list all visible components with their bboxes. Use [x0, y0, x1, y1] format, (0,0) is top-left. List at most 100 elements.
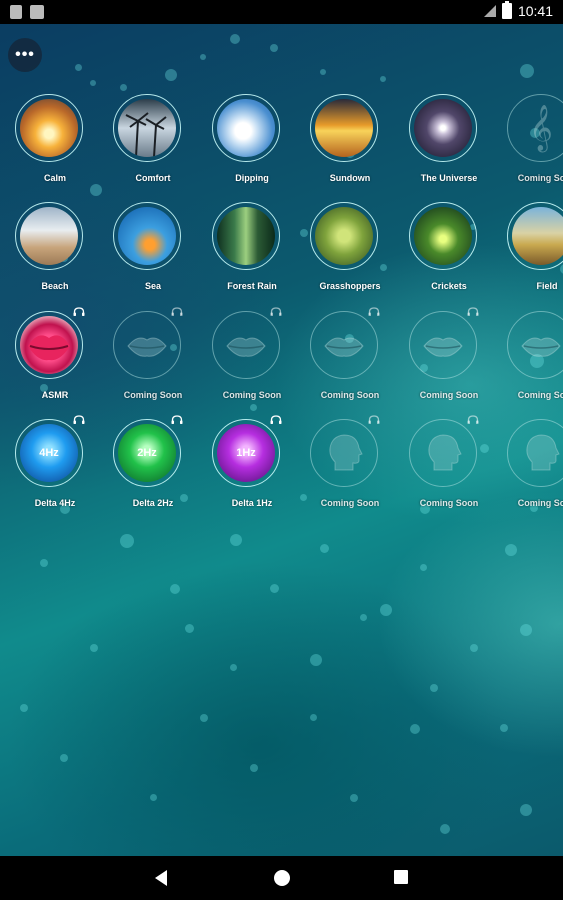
background-bubble	[200, 714, 208, 722]
thumbnail	[414, 424, 472, 482]
sound-tile[interactable]: Dipping	[202, 94, 292, 194]
background-bubble	[500, 724, 508, 732]
background-bubble	[230, 664, 237, 671]
galaxy-icon[interactable]	[409, 94, 477, 162]
sundown-icon[interactable]	[310, 94, 378, 162]
background-bubble	[410, 724, 420, 734]
home-icon[interactable]	[274, 870, 290, 886]
lips-outline-icon[interactable]	[409, 311, 477, 379]
sound-tile[interactable]: Sundown	[300, 94, 390, 194]
tile-label: Delta 2Hz	[132, 498, 174, 508]
crickets-icon[interactable]	[409, 202, 477, 270]
palm-trees-icon[interactable]	[113, 94, 181, 162]
menu-dots-icon: •••	[15, 46, 35, 63]
thumbnail	[20, 316, 78, 374]
thumbnail	[512, 207, 563, 265]
background-bubble	[230, 34, 240, 44]
background-bubble	[185, 624, 194, 633]
beach-icon[interactable]	[15, 202, 83, 270]
head-outline-icon[interactable]	[310, 419, 378, 487]
background-bubble	[200, 54, 206, 60]
sound-tile[interactable]: The Universe	[399, 94, 489, 194]
sound-tile[interactable]: Calm	[5, 94, 95, 194]
sunset-clouds-icon[interactable]	[15, 94, 83, 162]
battery-icon	[501, 1, 512, 19]
head-outline-icon[interactable]	[409, 419, 477, 487]
thumbnail	[118, 99, 176, 157]
clouds-sky-icon[interactable]	[212, 94, 280, 162]
frequency-label: 1Hz	[236, 447, 256, 459]
thumbnail	[315, 99, 373, 157]
thumbnail	[217, 99, 275, 157]
sound-tile[interactable]: 4Hz Delta 4Hz	[5, 415, 95, 519]
background-bubble	[310, 714, 317, 721]
background-bubble	[420, 564, 427, 571]
thumbnail	[20, 207, 78, 265]
starfish-sea-icon[interactable]	[113, 202, 181, 270]
background-bubble	[150, 794, 157, 801]
back-icon[interactable]	[155, 870, 167, 886]
sound-tile[interactable]: Coming Soon	[399, 307, 489, 411]
background-bubble	[520, 804, 532, 816]
tile-label: Beach	[41, 281, 69, 291]
head-purple-icon[interactable]: 1Hz	[212, 419, 280, 487]
lips-outline-icon[interactable]	[310, 311, 378, 379]
sound-tile[interactable]: Coming Soon	[399, 415, 489, 519]
recent-apps-icon[interactable]	[394, 870, 408, 884]
tile-label: Coming Soon	[517, 173, 563, 183]
sound-tile[interactable]: 𝄞 Coming Soon	[497, 94, 563, 194]
treble-clef-icon[interactable]: 𝄞	[507, 94, 563, 162]
sound-tile[interactable]: Comfort	[103, 94, 193, 194]
headphones-icon	[368, 307, 380, 317]
background-bubble	[380, 76, 386, 82]
sound-tile[interactable]: Field	[497, 202, 563, 302]
sound-tile[interactable]: 2Hz Delta 2Hz	[103, 415, 193, 519]
background-bubble	[320, 69, 326, 75]
background-bubble	[520, 64, 534, 78]
sound-tile[interactable]: Coming Soon	[103, 307, 193, 411]
thumbnail	[315, 316, 373, 374]
sound-tile[interactable]: Coming Soon	[202, 307, 292, 411]
head-green-icon[interactable]: 2Hz	[113, 419, 181, 487]
head-blue-icon[interactable]: 4Hz	[15, 419, 83, 487]
sound-tile[interactable]: ASMR	[5, 307, 95, 411]
background-bubble	[20, 704, 28, 712]
sound-tile[interactable]: Coming Soon	[497, 419, 563, 519]
sound-tile[interactable]: Coming Soon	[497, 311, 563, 411]
tile-label: Coming Soon	[419, 390, 479, 400]
thumbnail	[217, 316, 275, 374]
background-bubble	[350, 794, 358, 802]
grass-icon[interactable]	[310, 202, 378, 270]
thumbnail	[118, 316, 176, 374]
tile-label: Delta 1Hz	[231, 498, 273, 508]
headphones-icon	[73, 307, 85, 317]
thumbnail: 𝄞	[529, 105, 553, 151]
sound-tile[interactable]: Grasshoppers	[300, 202, 390, 302]
thumbnail	[315, 424, 373, 482]
field-icon[interactable]	[507, 202, 563, 270]
sound-tile[interactable]: Coming Soon	[300, 415, 390, 519]
sound-tile[interactable]: 1Hz Delta 1Hz	[202, 415, 292, 519]
lips-icon[interactable]	[15, 311, 83, 379]
forest-icon[interactable]	[212, 202, 280, 270]
thumbnail	[315, 207, 373, 265]
sound-tile[interactable]: Sea	[103, 202, 193, 302]
sound-tile[interactable]: Beach	[5, 202, 95, 302]
sound-tile[interactable]: Coming Soon	[300, 307, 390, 411]
overflow-menu-button[interactable]: •••	[8, 38, 42, 72]
background-bubble	[90, 80, 96, 86]
tile-label: Sea	[144, 281, 161, 291]
lips-outline-icon[interactable]	[507, 311, 563, 379]
background-bubble	[470, 644, 478, 652]
sound-tile[interactable]: Forest Rain	[202, 202, 292, 302]
status-time: 10:41	[517, 3, 553, 19]
tile-label: Dipping	[235, 173, 269, 183]
lips-outline-icon[interactable]	[113, 311, 181, 379]
sd-card-icon	[30, 5, 44, 19]
sound-tile[interactable]: Crickets	[399, 202, 489, 302]
background-bubble	[250, 764, 258, 772]
head-outline-icon[interactable]	[507, 419, 563, 487]
lips-outline-icon[interactable]	[212, 311, 280, 379]
app-notification-icon	[10, 5, 22, 19]
tile-label: Forest Rain	[227, 281, 277, 291]
